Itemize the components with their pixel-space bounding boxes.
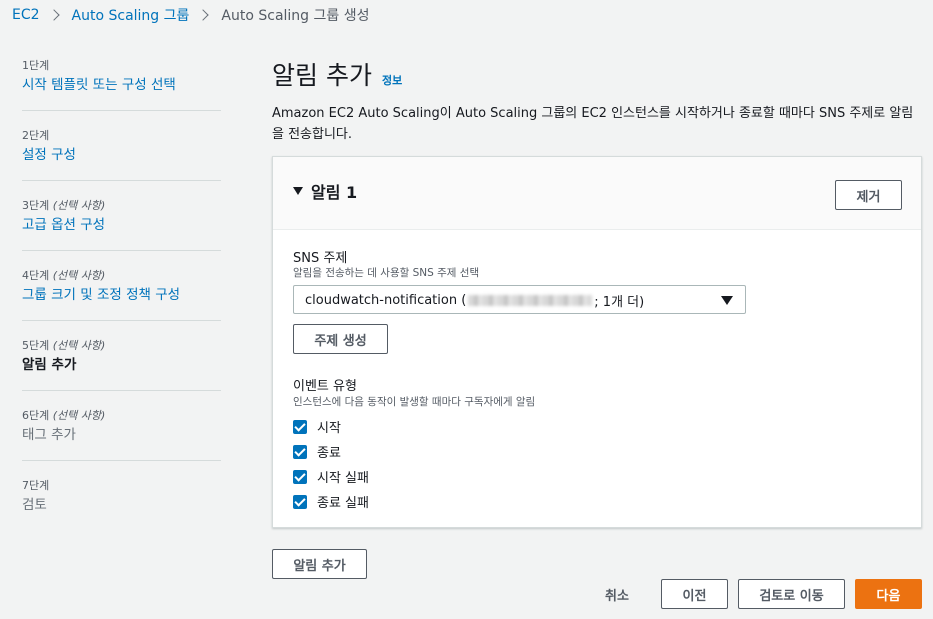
page-header: 알림 추가 정보	[272, 56, 402, 92]
step-number: 3단계	[22, 199, 50, 212]
step-3: 3단계 (선택 사항) 고급 옵션 구성	[22, 194, 221, 251]
step-6: 6단계 (선택 사항) 태그 추가	[22, 404, 221, 461]
breadcrumb-ec2[interactable]: EC2	[12, 7, 40, 23]
sns-topic-hint: 알림을 전송하는 데 사용할 SNS 주제 선택	[293, 267, 480, 279]
create-topic-button[interactable]: 주제 생성	[293, 324, 388, 354]
step-1: 1단계 시작 템플릿 또는 구성 선택	[22, 54, 221, 111]
checkbox-checked-icon[interactable]	[293, 419, 307, 434]
step-review: 검토	[22, 497, 47, 513]
info-link[interactable]: 정보	[382, 72, 402, 88]
notification-panel: 알림 1 제거 SNS 주제 알림을 전송하는 데 사용할 SNS 주제 선택 …	[272, 156, 922, 528]
breadcrumb-current: Auto Scaling 그룹 생성	[221, 8, 370, 24]
step-optional: (선택 사항)	[52, 269, 106, 282]
event-type-checkboxes: 시작 종료 시작 실패 종료 실패	[293, 414, 369, 514]
caret-down-icon	[721, 296, 733, 305]
chevron-right-icon	[47, 9, 60, 21]
next-button[interactable]: 다음	[855, 579, 922, 609]
step-number: 7단계	[22, 479, 50, 492]
add-notification-button[interactable]: 알림 추가	[272, 549, 367, 579]
notification-title[interactable]: 알림 1	[311, 179, 357, 203]
previous-button[interactable]: 이전	[661, 579, 728, 609]
step-number: 1단계	[22, 59, 50, 72]
chevron-right-icon	[197, 9, 210, 21]
step-number: 2단계	[22, 129, 50, 142]
step-link-group-size[interactable]: 그룹 크기 및 조정 정책 구성	[22, 284, 221, 306]
sns-topic-label: SNS 주제	[293, 251, 348, 266]
step-add-tags: 태그 추가	[22, 427, 76, 443]
step-optional: (선택 사항)	[52, 199, 106, 212]
step-number: 5단계	[22, 339, 50, 352]
step-number: 4단계	[22, 269, 50, 282]
checkbox-terminate[interactable]: 종료	[293, 439, 369, 464]
checkbox-checked-icon[interactable]	[293, 469, 307, 484]
step-7: 7단계 검토	[22, 474, 221, 530]
skip-to-review-button[interactable]: 검토로 이동	[738, 579, 845, 609]
step-4: 4단계 (선택 사항) 그룹 크기 및 조정 정책 구성	[22, 264, 221, 321]
breadcrumb: EC2 Auto Scaling 그룹 Auto Scaling 그룹 생성	[12, 5, 369, 25]
step-optional: (선택 사항)	[52, 339, 106, 352]
notification-panel-header: 알림 1 제거	[273, 157, 921, 230]
sns-topic-select[interactable]: cloudwatch-notification (; 1개 더)	[293, 285, 746, 314]
breadcrumb-auto-scaling-groups[interactable]: Auto Scaling 그룹	[72, 5, 190, 25]
checkbox-launch[interactable]: 시작	[293, 414, 369, 439]
event-type-hint: 인스턴스에 다음 동작이 발생할 때마다 구독자에게 알림	[293, 396, 536, 408]
step-5: 5단계 (선택 사항) 알림 추가	[22, 334, 221, 391]
step-number: 6단계	[22, 409, 50, 422]
step-link-advanced-options[interactable]: 고급 옵션 구성	[22, 214, 221, 236]
sns-topic-value: cloudwatch-notification (; 1개 더)	[305, 293, 645, 310]
page-title: 알림 추가	[272, 61, 372, 90]
step-current-add-notifications: 알림 추가	[22, 357, 77, 373]
caret-down-icon[interactable]	[293, 187, 303, 195]
remove-button[interactable]: 제거	[835, 180, 902, 210]
event-type-label: 이벤트 유형	[293, 379, 357, 394]
cancel-button[interactable]: 취소	[605, 585, 629, 604]
step-2: 2단계 설정 구성	[22, 124, 221, 181]
step-link-choose-template[interactable]: 시작 템플릿 또는 구성 선택	[22, 74, 221, 96]
checkbox-checked-icon[interactable]	[293, 494, 307, 509]
checkbox-checked-icon[interactable]	[293, 444, 307, 459]
page-description: Amazon EC2 Auto Scaling이 Auto Scaling 그룹…	[272, 106, 914, 142]
step-optional: (선택 사항)	[52, 409, 106, 422]
step-link-configure-settings[interactable]: 설정 구성	[22, 144, 221, 166]
redacted-area	[468, 295, 593, 306]
wizard-steps: 1단계 시작 템플릿 또는 구성 선택 2단계 설정 구성 3단계 (선택 사항…	[22, 54, 221, 543]
checkbox-fail-to-terminate[interactable]: 종료 실패	[293, 489, 369, 514]
checkbox-fail-to-launch[interactable]: 시작 실패	[293, 464, 369, 489]
